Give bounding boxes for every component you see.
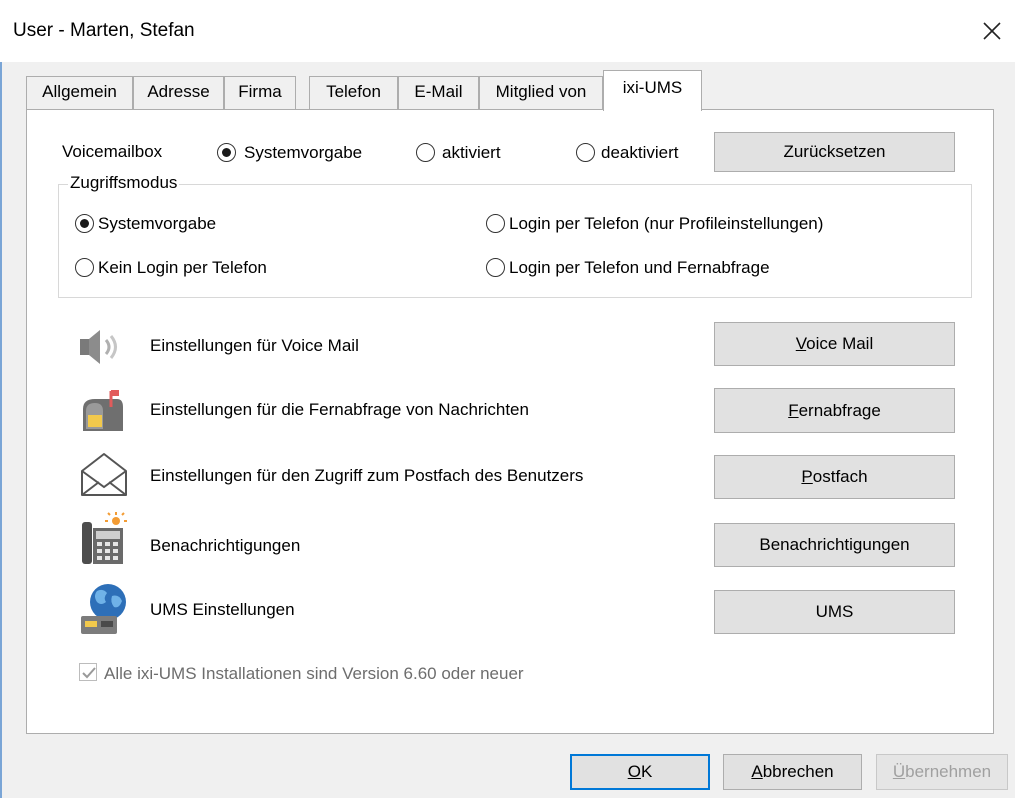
version-checkbox-label: Alle ixi-UMS Installationen sind Version… — [104, 664, 524, 683]
cancel-button[interactable]: Abbrechen — [723, 754, 862, 790]
tab-allgemein[interactable]: Allgemein — [26, 76, 133, 110]
access-systemvorgabe-radio[interactable] — [75, 214, 94, 233]
ok-button[interactable]: OK — [570, 754, 710, 790]
tab-firma[interactable]: Firma — [224, 76, 296, 110]
access-mode-legend: Zugriffsmodus — [68, 173, 180, 193]
ums-button[interactable]: UMS — [714, 590, 955, 634]
envelope-icon — [81, 453, 127, 496]
fernabfrage-button[interactable]: Fernabfrage — [714, 388, 955, 433]
access-no-login-label[interactable]: Kein Login per Telefon — [98, 258, 267, 278]
tab-email[interactable]: E-Mail — [398, 76, 479, 110]
title-bar: User - Marten, Stefan — [0, 0, 1015, 62]
voicemailbox-systemvorgabe-radio[interactable] — [217, 143, 236, 162]
fernabfrage-description: Einstellungen für die Fernabfrage von Na… — [150, 400, 529, 419]
globe-server-icon — [81, 584, 126, 634]
apply-button[interactable]: Übernehmen — [876, 754, 1008, 790]
voice-mail-button[interactable]: Voice Mail — [714, 322, 955, 366]
checkmark-icon — [82, 667, 96, 679]
phone-notification-icon — [82, 512, 127, 564]
voice-mail-description: Einstellungen für Voice Mail — [150, 336, 359, 355]
tab-telefon[interactable]: Telefon — [309, 76, 398, 110]
tab-strip: Allgemein Adresse Firma Telefon E-Mail M… — [0, 70, 1015, 111]
access-mode-group — [58, 184, 972, 298]
mailbox-icon — [83, 390, 123, 431]
window-title: User - Marten, Stefan — [13, 20, 195, 41]
voicemailbox-systemvorgabe-label[interactable]: Systemvorgabe — [244, 143, 362, 163]
ums-description: UMS Einstellungen — [150, 600, 295, 619]
voicemailbox-aktiviert-label[interactable]: aktiviert — [442, 143, 501, 163]
reset-button[interactable]: Zurücksetzen — [714, 132, 955, 172]
postfach-button[interactable]: Postfach — [714, 455, 955, 499]
voicemailbox-label: Voicemailbox — [62, 142, 163, 161]
voicemailbox-deaktiviert-radio[interactable] — [576, 143, 595, 162]
tab-mitglied-von[interactable]: Mitglied von — [479, 76, 603, 110]
tab-ixi-ums[interactable]: ixi-UMS — [603, 70, 702, 111]
benachrichtigungen-description: Benachrichtigungen — [150, 536, 301, 555]
benachrichtigungen-button[interactable]: Benachrichtigungen — [714, 523, 955, 567]
access-login-remote-radio[interactable] — [486, 258, 505, 277]
speaker-icon — [80, 330, 117, 364]
access-login-profile-radio[interactable] — [486, 214, 505, 233]
version-checkbox[interactable] — [79, 663, 97, 681]
access-no-login-radio[interactable] — [75, 258, 94, 277]
access-systemvorgabe-label[interactable]: Systemvorgabe — [98, 214, 216, 234]
access-login-remote-label[interactable]: Login per Telefon und Fernabfrage — [509, 258, 770, 278]
access-login-profile-label[interactable]: Login per Telefon (nur Profileinstellung… — [509, 214, 823, 234]
postfach-description: Einstellungen für den Zugriff zum Postfa… — [150, 466, 584, 485]
voicemailbox-deaktiviert-label[interactable]: deaktiviert — [601, 143, 678, 163]
voicemailbox-aktiviert-radio[interactable] — [416, 143, 435, 162]
window-border — [0, 62, 2, 798]
close-icon[interactable] — [978, 17, 1006, 45]
tab-adresse[interactable]: Adresse — [133, 76, 224, 110]
user-properties-dialog: User - Marten, Stefan Allgemein Adresse … — [0, 0, 1015, 798]
